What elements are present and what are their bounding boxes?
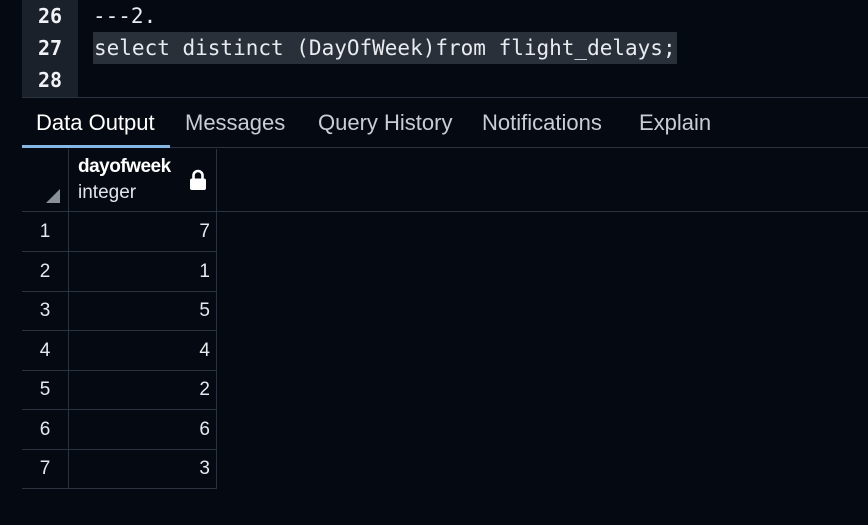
query-editor[interactable]: 26 ---2. 27 select distinct (DayOfWeek)f…	[0, 0, 868, 97]
line-number: 27	[37, 36, 63, 60]
cell-dayofweek[interactable]: 7	[69, 212, 217, 251]
tab-notifications[interactable]: Notifications	[482, 98, 602, 147]
code-line[interactable]: 26 ---2.	[0, 0, 868, 32]
column-header-dayofweek[interactable]: dayofweek integer	[69, 149, 217, 211]
result-tabs: Data Output Messages Query History Notif…	[22, 97, 868, 148]
column-name: dayofweek	[78, 156, 171, 177]
cell-dayofweek[interactable]: 3	[69, 449, 217, 488]
row-number[interactable]: 1	[22, 212, 69, 251]
cell-dayofweek[interactable]: 2	[69, 370, 217, 409]
table-row[interactable]: 7 3	[22, 449, 217, 489]
code-text[interactable]: ---2.	[93, 0, 156, 32]
row-number[interactable]: 3	[22, 291, 69, 330]
column-type: integer	[78, 182, 137, 203]
table-row[interactable]: 3 5	[22, 291, 217, 331]
select-all-corner[interactable]	[22, 149, 69, 211]
row-number[interactable]: 2	[22, 251, 69, 291]
corner-triangle-icon	[46, 189, 60, 203]
tab-explain[interactable]: Explain	[639, 98, 711, 147]
row-number[interactable]: 6	[22, 409, 69, 449]
cell-dayofweek[interactable]: 6	[69, 409, 217, 449]
row-number[interactable]: 7	[22, 449, 69, 488]
code-line[interactable]: 27 select distinct (DayOfWeek)from fligh…	[0, 32, 868, 64]
tab-data-output[interactable]: Data Output	[22, 98, 170, 148]
data-output-grid: dayofweek integer 1 7 2 1 3 5 4 4 5 2 6 …	[22, 149, 868, 525]
row-number[interactable]: 5	[22, 370, 69, 409]
cell-dayofweek[interactable]: 1	[69, 251, 217, 291]
tab-messages[interactable]: Messages	[185, 98, 285, 147]
table-row[interactable]: 1 7	[22, 212, 217, 252]
table-row[interactable]: 6 6	[22, 409, 217, 450]
lock-icon	[190, 169, 206, 190]
row-number[interactable]: 4	[22, 330, 69, 370]
code-text-highlighted[interactable]: select distinct (DayOfWeek)from flight_d…	[93, 32, 677, 64]
line-number: 26	[37, 4, 63, 28]
cell-dayofweek[interactable]: 5	[69, 291, 217, 330]
table-row[interactable]: 4 4	[22, 330, 217, 371]
tab-query-history[interactable]: Query History	[318, 98, 452, 147]
table-row[interactable]: 2 1	[22, 251, 217, 292]
cell-dayofweek[interactable]: 4	[69, 330, 217, 370]
table-row[interactable]: 5 2	[22, 370, 217, 410]
line-number: 28	[37, 68, 63, 92]
grid-header: dayofweek integer	[22, 149, 868, 212]
code-line[interactable]: 28	[0, 64, 868, 96]
